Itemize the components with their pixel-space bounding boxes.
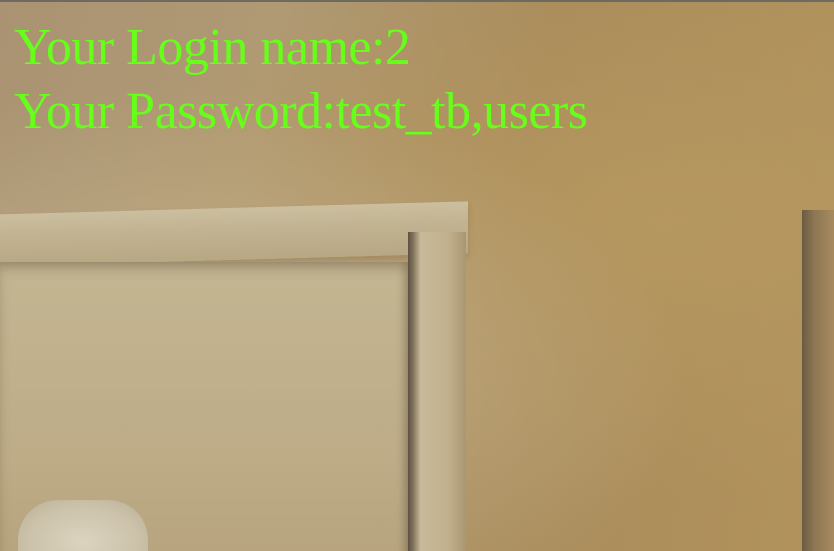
door-frame-top	[0, 201, 468, 267]
login-name-text: Your Login name:2	[14, 19, 411, 76]
right-door-post	[802, 210, 834, 551]
door-frame-side	[408, 232, 466, 551]
door-handle	[18, 500, 148, 551]
top-divider	[0, 0, 834, 2]
credentials-overlay: Your Login name:2 Your Password:test_tb,…	[14, 16, 814, 144]
password-text: Your Password:test_tb,users	[14, 83, 588, 140]
